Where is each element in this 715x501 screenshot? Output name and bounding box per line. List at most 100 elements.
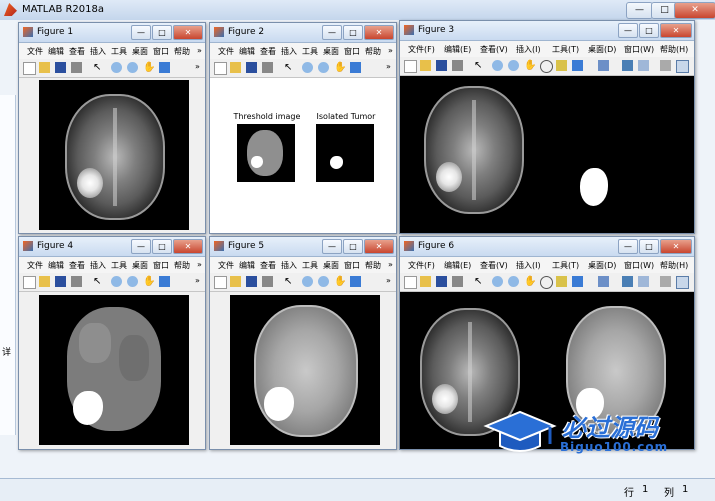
figure-3-titlebar[interactable]: Figure 3 — □ ✕ — [400, 21, 694, 41]
pointer-icon[interactable]: ↖ — [93, 276, 104, 287]
menu-help[interactable]: 帮助 — [174, 46, 190, 57]
menu-tools[interactable]: 工具 — [302, 260, 318, 271]
close-button[interactable]: ✕ — [660, 23, 692, 38]
zoom-in-icon[interactable] — [302, 62, 313, 73]
pointer-icon[interactable]: ↖ — [474, 276, 485, 287]
brush-icon[interactable] — [350, 276, 361, 287]
data-cursor-icon[interactable] — [556, 276, 567, 287]
menu-desktop[interactable]: 桌面 — [323, 46, 339, 57]
pointer-icon[interactable]: ↖ — [93, 62, 104, 73]
save-icon[interactable] — [246, 62, 257, 73]
save-icon[interactable] — [436, 276, 447, 287]
hide-plot-tools-icon[interactable] — [660, 276, 671, 287]
new-file-icon[interactable] — [214, 276, 227, 289]
zoom-in-icon[interactable] — [302, 276, 313, 287]
new-file-icon[interactable] — [214, 62, 227, 75]
menu-view[interactable]: 查看 — [69, 46, 85, 57]
open-folder-icon[interactable] — [39, 62, 50, 73]
close-button[interactable]: ✕ — [660, 239, 692, 254]
zoom-out-icon[interactable] — [318, 276, 329, 287]
menu-window[interactable]: 窗口 — [153, 260, 169, 271]
menu-edit[interactable]: 编辑(E) — [444, 260, 471, 271]
toolbar-overflow-icon[interactable]: » — [195, 62, 200, 71]
minimize-button[interactable]: — — [618, 23, 638, 38]
link-plot-icon[interactable] — [598, 60, 609, 71]
save-icon[interactable] — [55, 276, 66, 287]
maximize-button[interactable]: □ — [152, 25, 172, 40]
menu-insert[interactable]: 插入 — [90, 260, 106, 271]
menu-tools[interactable]: 工具(T) — [552, 260, 579, 271]
hide-plot-tools-icon[interactable] — [660, 60, 671, 71]
print-icon[interactable] — [452, 60, 463, 71]
menu-file[interactable]: 文件 — [27, 260, 43, 271]
menu-help[interactable]: 帮助 — [365, 260, 381, 271]
toolbar-overflow-icon[interactable]: » — [195, 276, 200, 285]
figure-2-titlebar[interactable]: Figure 2 — □ ✕ — [210, 23, 396, 43]
menu-help[interactable]: 帮助 — [365, 46, 381, 57]
menu-window[interactable]: 窗口(W) — [624, 44, 654, 55]
link-plot-icon[interactable] — [598, 276, 609, 287]
open-folder-icon[interactable] — [420, 276, 431, 287]
menu-file[interactable]: 文件(F) — [408, 44, 435, 55]
rotate-3d-icon[interactable] — [540, 60, 553, 73]
menu-overflow-icon[interactable]: » — [388, 46, 393, 55]
menu-desktop[interactable]: 桌面(D) — [588, 260, 616, 271]
figure-2-window[interactable]: Figure 2 — □ ✕ 文件 编辑 查看 插入 工具 桌面 窗口 帮助 »… — [209, 22, 397, 234]
colorbar-icon[interactable] — [622, 276, 633, 287]
menu-tools[interactable]: 工具 — [111, 260, 127, 271]
minimize-button[interactable]: — — [322, 239, 342, 254]
pan-hand-icon[interactable]: ✋ — [334, 62, 346, 73]
menu-overflow-icon[interactable]: » — [197, 46, 202, 55]
legend-icon[interactable] — [638, 276, 649, 287]
maximize-button[interactable]: □ — [639, 23, 659, 38]
pan-hand-icon[interactable]: ✋ — [524, 276, 536, 287]
toolbar-overflow-icon[interactable]: » — [386, 276, 391, 285]
menu-insert[interactable]: 插入 — [90, 46, 106, 57]
zoom-out-icon[interactable] — [508, 276, 519, 287]
menu-insert[interactable]: 插入 — [281, 260, 297, 271]
close-button[interactable]: ✕ — [173, 25, 203, 40]
zoom-out-icon[interactable] — [127, 62, 138, 73]
zoom-out-icon[interactable] — [318, 62, 329, 73]
menu-help[interactable]: 帮助(H) — [660, 44, 688, 55]
figure-5-window[interactable]: Figure 5 — □ ✕ 文件 编辑 查看 插入 工具 桌面 窗口 帮助 »… — [209, 236, 397, 450]
pointer-icon[interactable]: ↖ — [284, 276, 295, 287]
print-icon[interactable] — [71, 276, 82, 287]
open-folder-icon[interactable] — [230, 276, 241, 287]
save-icon[interactable] — [246, 276, 257, 287]
minimize-button[interactable]: — — [322, 25, 342, 40]
new-file-icon[interactable] — [23, 276, 36, 289]
rotate-3d-icon[interactable] — [540, 276, 553, 289]
menu-help[interactable]: 帮助 — [174, 260, 190, 271]
figure-6-titlebar[interactable]: Figure 6 — □ ✕ — [400, 237, 694, 257]
maximize-button[interactable]: □ — [152, 239, 172, 254]
colorbar-icon[interactable] — [622, 60, 633, 71]
figure-4-window[interactable]: Figure 4 — □ ✕ 文件 编辑 查看 插入 工具 桌面 窗口 帮助 »… — [18, 236, 206, 450]
figure-5-titlebar[interactable]: Figure 5 — □ ✕ — [210, 237, 396, 257]
menu-tools[interactable]: 工具 — [111, 46, 127, 57]
pointer-icon[interactable]: ↖ — [284, 62, 295, 73]
zoom-in-icon[interactable] — [111, 62, 122, 73]
open-folder-icon[interactable] — [39, 276, 50, 287]
figure-4-titlebar[interactable]: Figure 4 — □ ✕ — [19, 237, 205, 257]
pan-hand-icon[interactable]: ✋ — [143, 276, 155, 287]
menu-help[interactable]: 帮助(H) — [660, 260, 688, 271]
toolbar-overflow-icon[interactable]: » — [386, 62, 391, 71]
save-icon[interactable] — [436, 60, 447, 71]
menu-insert[interactable]: 插入 — [281, 46, 297, 57]
pan-hand-icon[interactable]: ✋ — [143, 62, 155, 73]
brush-icon[interactable] — [159, 276, 170, 287]
new-file-icon[interactable] — [404, 60, 417, 73]
menu-view[interactable]: 查看(V) — [480, 260, 508, 271]
menu-view[interactable]: 查看 — [69, 260, 85, 271]
menu-file[interactable]: 文件 — [218, 260, 234, 271]
menu-desktop[interactable]: 桌面 — [132, 260, 148, 271]
print-icon[interactable] — [262, 276, 273, 287]
menu-window[interactable]: 窗口 — [344, 260, 360, 271]
menu-insert[interactable]: 插入(I) — [516, 44, 541, 55]
minimize-button[interactable]: — — [618, 239, 638, 254]
menu-desktop[interactable]: 桌面(D) — [588, 44, 616, 55]
brush-icon[interactable] — [572, 60, 583, 71]
zoom-in-icon[interactable] — [111, 276, 122, 287]
menu-file[interactable]: 文件(F) — [408, 260, 435, 271]
